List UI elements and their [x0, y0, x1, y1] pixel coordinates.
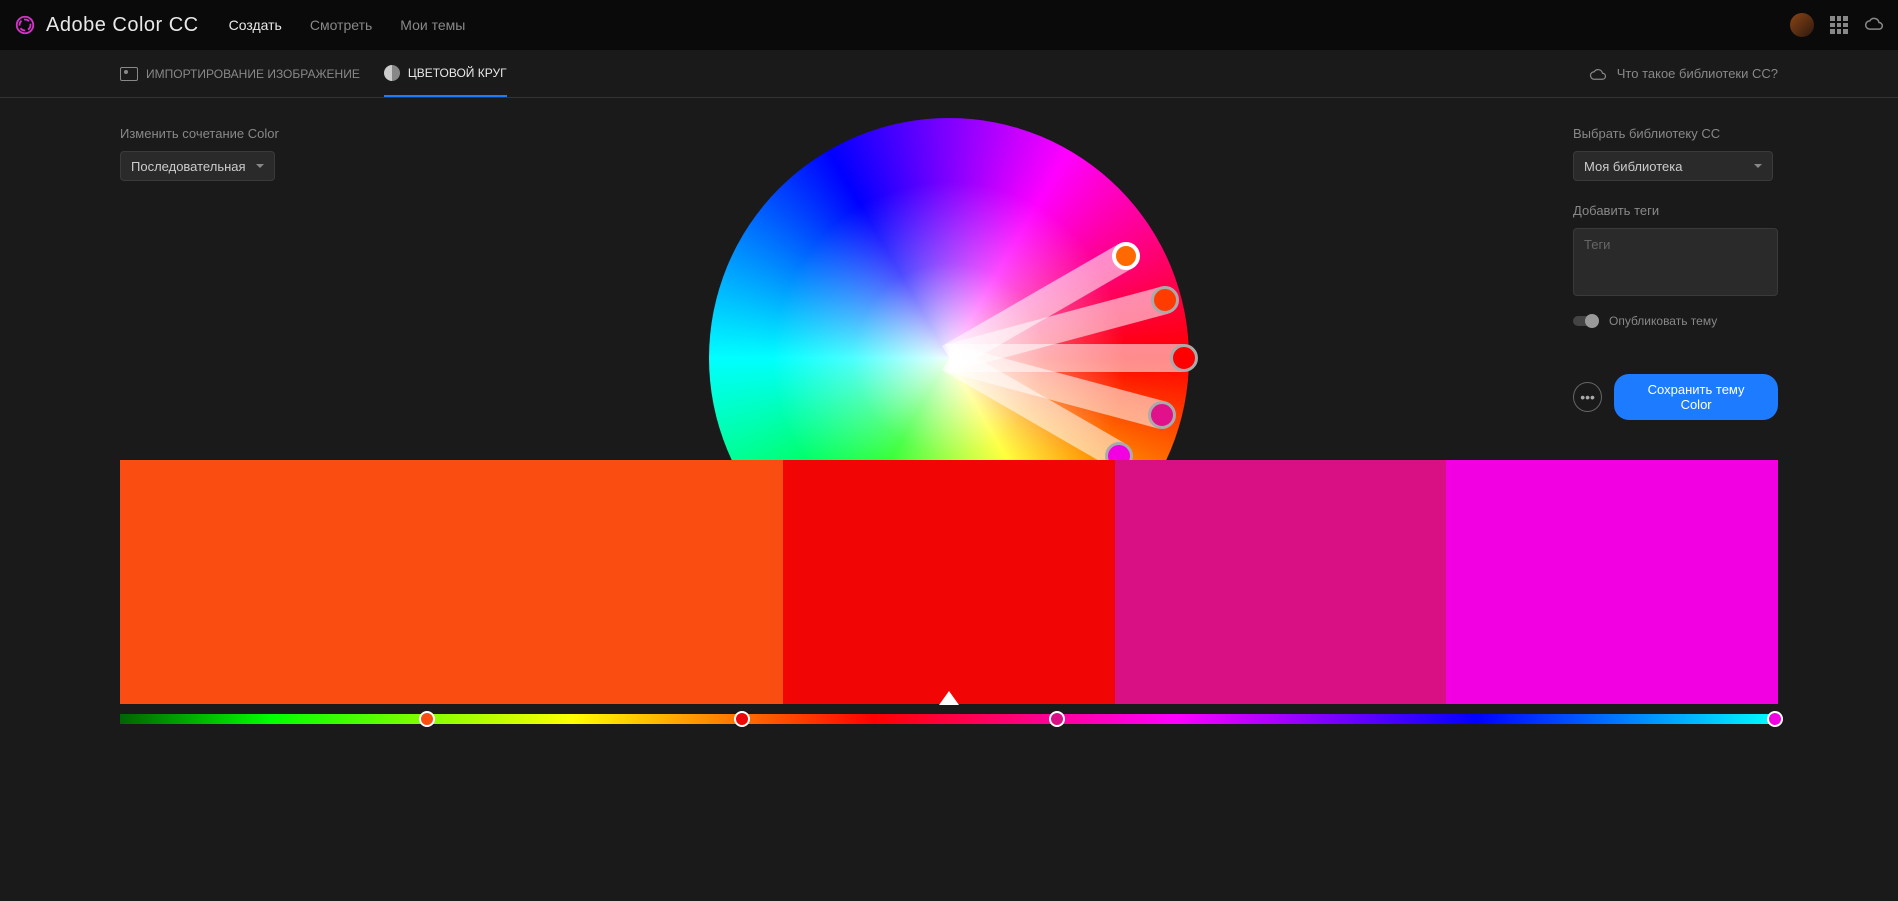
cc-libraries-help[interactable]: Что такое библиотеки CC? — [1589, 66, 1778, 81]
tab-import-image[interactable]: ИМПОРТИРОВАНИЕ ИЗОБРАЖЕНИЕ — [120, 67, 360, 95]
palette-swatch[interactable] — [452, 460, 784, 704]
base-color-indicator — [939, 691, 959, 705]
logo-text: Adobe Color CC — [46, 14, 199, 37]
main-nav: Создать Смотреть Мои темы — [229, 17, 466, 33]
harmony-rule-value: Последовательная — [131, 159, 246, 174]
hue-slider-handle[interactable] — [1049, 711, 1065, 727]
hue-slider-handle[interactable] — [1767, 711, 1783, 727]
wheel-color-handle[interactable] — [1148, 401, 1176, 429]
actions-row: ••• Сохранить тему Color — [1573, 374, 1778, 420]
tags-label: Добавить теги — [1573, 203, 1778, 218]
subheader: ИМПОРТИРОВАНИЕ ИЗОБРАЖЕНИЕ ЦВЕТОВОЙ КРУГ… — [0, 50, 1898, 98]
library-select[interactable]: Моя библиотека — [1573, 151, 1773, 181]
nav-tab-create[interactable]: Создать — [229, 17, 282, 33]
logo-area: Adobe Color CC — [14, 14, 199, 37]
publish-toggle[interactable] — [1573, 316, 1597, 326]
wheel-color-handle[interactable] — [1112, 242, 1140, 270]
library-value: Моя библиотека — [1584, 159, 1682, 174]
apps-grid-icon[interactable] — [1830, 16, 1848, 34]
app-header: Adobe Color CC Создать Смотреть Мои темы — [0, 0, 1898, 50]
header-right — [1790, 13, 1884, 37]
palette-swatch[interactable] — [120, 460, 452, 704]
tags-input[interactable]: Теги — [1573, 228, 1778, 296]
more-options-button[interactable]: ••• — [1573, 382, 1602, 412]
publish-row: Опубликовать тему — [1573, 314, 1778, 328]
hue-slider-handle[interactable] — [734, 711, 750, 727]
left-panel: Изменить сочетание Color Последовательна… — [120, 126, 400, 181]
hue-slider-handle[interactable] — [419, 711, 435, 727]
palette-swatch[interactable] — [1446, 460, 1778, 704]
main-area: Изменить сочетание Color Последовательна… — [0, 98, 1898, 901]
subheader-left: ИМПОРТИРОВАНИЕ ИЗОБРАЖЕНИЕ ЦВЕТОВОЙ КРУГ — [120, 65, 507, 83]
palette-swatch[interactable] — [1115, 460, 1447, 704]
image-icon — [120, 67, 138, 81]
nav-tab-explore[interactable]: Смотреть — [310, 17, 372, 33]
adobe-color-logo-icon — [14, 14, 36, 36]
user-avatar[interactable] — [1790, 13, 1814, 37]
cc-help-label: Что такое библиотеки CC? — [1617, 66, 1778, 81]
chevron-down-icon — [1754, 164, 1762, 168]
wheel-color-handle[interactable] — [1151, 286, 1179, 314]
hue-slider[interactable] — [120, 714, 1778, 724]
tab-color-wheel[interactable]: ЦВЕТОВОЙ КРУГ — [384, 65, 507, 97]
tab-color-wheel-label: ЦВЕТОВОЙ КРУГ — [408, 66, 507, 80]
palette-swatch[interactable] — [783, 460, 1115, 704]
harmony-rule-select[interactable]: Последовательная — [120, 151, 275, 181]
library-label: Выбрать библиотеку CC — [1573, 126, 1778, 141]
palette-swatches — [120, 460, 1778, 704]
wheel-color-handle[interactable] — [1170, 344, 1198, 372]
color-wheel-icon — [384, 65, 400, 81]
cloud-info-icon — [1589, 67, 1607, 81]
harmony-rule-label: Изменить сочетание Color — [120, 126, 400, 141]
creative-cloud-icon[interactable] — [1864, 15, 1884, 35]
save-theme-button[interactable]: Сохранить тему Color — [1614, 374, 1778, 420]
nav-tab-mythemes[interactable]: Мои темы — [400, 17, 465, 33]
chevron-down-icon — [256, 164, 264, 168]
right-panel: Выбрать библиотеку CC Моя библиотека Доб… — [1573, 126, 1778, 420]
publish-label: Опубликовать тему — [1609, 314, 1717, 328]
tab-import-image-label: ИМПОРТИРОВАНИЕ ИЗОБРАЖЕНИЕ — [146, 67, 360, 81]
